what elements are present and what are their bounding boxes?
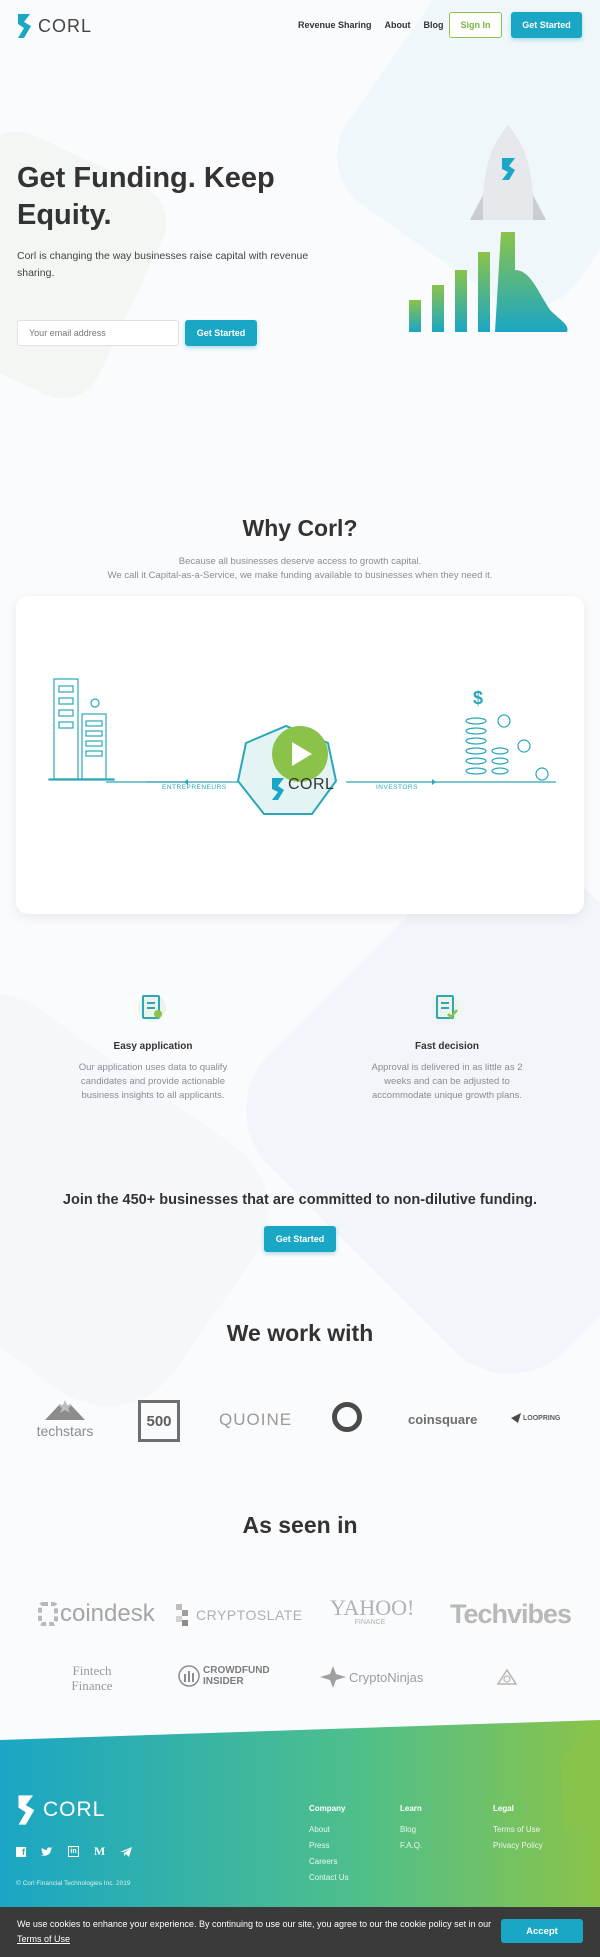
cryptoslate-text: CRYPTOSLATE [196,1607,303,1623]
cookie-text-wrap: We use cookies to enhance your experienc… [17,1917,502,1947]
footer-link-press[interactable]: Press [309,1841,349,1850]
fintech-text: Fintech [72,1663,112,1678]
footer-legal-column: Legal Terms of Use Privacy Policy [493,1804,543,1850]
coindesk-logo: coindesk [38,1600,155,1628]
cookie-accept-button[interactable]: Accept [501,1919,583,1943]
rocket-illustration [409,125,568,332]
footer-company-heading: Company [309,1804,346,1813]
sign-in-button[interactable]: Sign In [449,12,502,38]
footer-corl-icon [18,1795,35,1825]
nav-revenue-sharing[interactable]: Revenue Sharing [298,20,372,30]
footer-legal-heading: Legal [493,1804,514,1813]
finance-text: Finance [71,1678,113,1693]
telegram-icon[interactable] [120,1846,133,1857]
hero-title: Get Funding. Keep Equity. [17,160,275,234]
quoine-logo: QUOINE [219,1410,293,1429]
medium-icon[interactable]: M [94,1844,105,1859]
twitter-icon[interactable] [41,1846,53,1857]
brand-name: CORL [38,15,93,36]
footer-link-about[interactable]: About [309,1825,349,1834]
loopring-logo: LOOPRING [511,1413,560,1423]
hero-get-started-button[interactable]: Get Started [185,320,257,346]
facebook-icon[interactable]: f [16,1846,26,1857]
footer-link-terms[interactable]: Terms of Use [493,1825,543,1834]
email-input[interactable] [17,320,179,346]
hero-subtitle: Corl is changing the way businesses rais… [17,250,309,279]
footer-company-column: Company About Press Careers Contact Us [309,1804,349,1882]
hero-title-line1: Get Funding. Keep [17,162,275,194]
video-card[interactable]: $ ENTREPRENEURS INVESTORS CORL [16,596,584,914]
yahoo-finance-text: FINANCE [354,1619,386,1626]
nav-about[interactable]: About [385,20,411,30]
footer-link-faq[interactable]: F.A.Q. [400,1841,422,1850]
nav-blog[interactable]: Blog [424,20,444,30]
cookie-terms-link[interactable]: Terms of Use [17,1934,70,1944]
footer-brand-name: CORL [43,1798,106,1821]
coindesk-icon [38,1602,58,1626]
techstars-logo: techstars [32,1400,98,1439]
svg-text:$: $ [473,688,483,708]
partners-title: We work with [226,1320,374,1346]
cryptoninjas-logo: CryptoNinjas [320,1666,423,1688]
yahoo-finance-logo: YAHOO! FINANCE [330,1595,415,1627]
insider-text: INSIDER [203,1676,244,1687]
footer-brand-logo[interactable]: CORL [16,1793,105,1827]
techvibes-logo: Techvibes [450,1599,572,1629]
entrepreneurs-label: ENTREPRENEURS [162,784,227,791]
coindesk-text: coindesk [60,1600,155,1627]
yahoo-text: YAHOO! [330,1595,415,1620]
feature-fast-title: Fast decision [415,1041,479,1052]
ring-logo [332,1402,362,1432]
why-title: Why Corl? [242,515,358,541]
fast-decision-icon [430,992,462,1029]
brand-logo[interactable]: CORL [16,12,92,40]
play-icon[interactable] [272,726,328,782]
footer-copyright: © Corl Financial Technologies Inc. 2019 [16,1880,131,1887]
footer-link-contact[interactable]: Contact Us [309,1873,349,1882]
500-text: 500 [146,1412,172,1430]
cryptoninjas-text: CryptoNinjas [349,1669,424,1685]
why-line1: Because all businesses deserve access to… [178,556,422,567]
techstars-text: techstars [36,1423,94,1439]
cryptoslate-logo: CRYPTOSLATE [176,1604,303,1626]
hero-title-line2: Equity. [17,199,112,231]
feature-easy-title: Easy application [113,1041,193,1052]
coinsquare-logo: coinsquare [408,1412,478,1427]
bell-logo [494,1668,520,1691]
corl-logo-icon [18,14,31,38]
easy-application-icon [136,992,168,1029]
social-links: f in M [16,1844,133,1859]
cookie-banner: We use cookies to enhance your experienc… [0,1907,600,1957]
footer-learn-column: Learn Blog F.A.Q. [400,1804,422,1850]
why-line2: We call it Capital-as-a-Service, we make… [107,570,493,581]
shuriken-icon [320,1666,346,1688]
join-get-started-button[interactable]: Get Started [264,1226,336,1252]
loopring-text: LOOPRING [523,1414,561,1422]
crowdfund-insider-logo: CROWDFUND INSIDER [178,1664,270,1688]
500-logo: 500 [138,1400,180,1442]
footer-link-blog[interactable]: Blog [400,1825,422,1834]
footer-link-careers[interactable]: Careers [309,1857,349,1866]
feature-easy-text: Our application uses data to qualify can… [78,1062,228,1101]
main-nav: Revenue Sharing About Blog [298,20,444,30]
footer-link-privacy[interactable]: Privacy Policy [493,1841,543,1850]
join-title: Join the 450+ businesses that are commit… [62,1192,538,1208]
press-title: As seen in [242,1512,358,1538]
feature-fast-text: Approval is delivered in as little as 2 … [371,1062,523,1101]
site-header: CORL Revenue Sharing About Blog Sign In … [0,0,600,50]
cookie-text: We use cookies to enhance your experienc… [17,1919,492,1929]
crowdfund-text: CROWDFUND [203,1665,270,1676]
header-get-started-button[interactable]: Get Started [511,12,582,38]
investors-label: INVESTORS [376,784,418,791]
fintech-finance-logo: Fintech Finance [60,1663,124,1693]
footer-learn-heading: Learn [400,1804,422,1813]
linkedin-icon[interactable]: in [68,1846,79,1857]
